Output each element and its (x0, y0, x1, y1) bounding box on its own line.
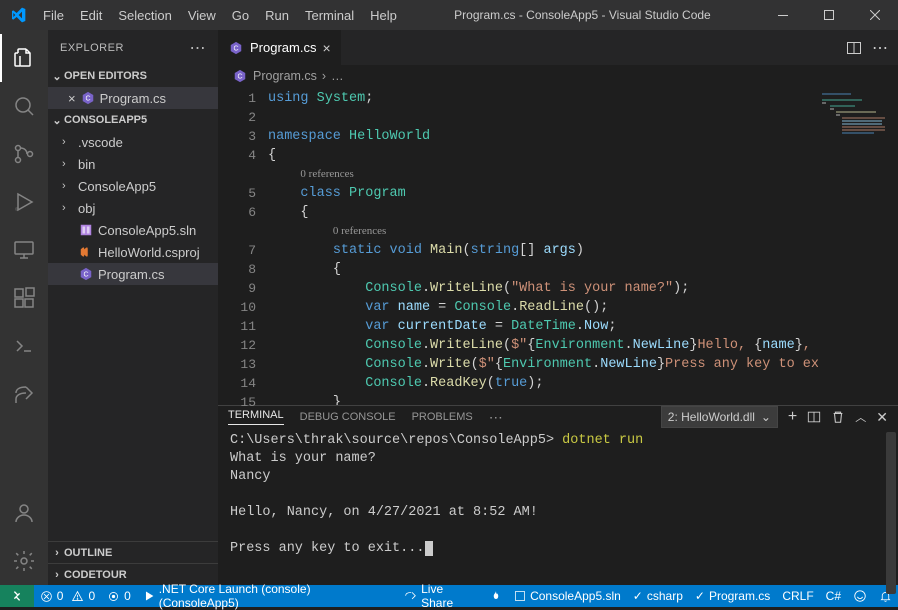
close-editor-icon[interactable]: × (68, 91, 76, 106)
csharp-file-icon: C (228, 40, 244, 56)
split-editor-icon[interactable] (846, 40, 862, 56)
menu-view[interactable]: View (180, 0, 224, 30)
editor-more-icon[interactable]: ⋯ (872, 38, 888, 58)
explorer-icon[interactable] (0, 34, 48, 82)
svg-text:C: C (83, 272, 88, 279)
remote-explorer-icon[interactable] (0, 226, 48, 274)
tree-item[interactable]: ›.vscode (48, 131, 218, 153)
menu-bar: File Edit Selection View Go Run Terminal… (35, 0, 405, 30)
kill-terminal-icon[interactable] (831, 410, 845, 424)
minimize-button[interactable] (760, 0, 806, 30)
terminal-prompt: C:\Users\thrak\source\repos\ConsoleApp5> (230, 433, 554, 448)
tab-bar: C Program.cs × ⋯ (218, 30, 898, 65)
outline-label: OUTLINE (64, 547, 112, 559)
tree-item[interactable]: HelloWorld.csproj (48, 241, 218, 263)
line-gutter: 1234 56 789101112131415 (218, 87, 268, 405)
breadcrumb-more: … (331, 69, 344, 83)
remote-indicator[interactable] (0, 585, 34, 607)
menu-help[interactable]: Help (362, 0, 405, 30)
open-editor-item[interactable]: × C Program.cs (48, 87, 218, 109)
project-section[interactable]: ⌄CONSOLEAPP5 (48, 109, 218, 131)
tree-item[interactable]: ›bin (48, 153, 218, 175)
terminal-panel-icon[interactable] (0, 322, 48, 370)
terminal-line: Nancy (230, 469, 271, 484)
new-terminal-icon[interactable]: + (788, 408, 797, 426)
split-terminal-icon[interactable] (807, 410, 821, 424)
minimap[interactable] (818, 87, 898, 405)
menu-selection[interactable]: Selection (110, 0, 179, 30)
breadcrumbs[interactable]: C Program.cs › … (218, 65, 898, 87)
menu-terminal[interactable]: Terminal (297, 0, 362, 30)
open-editor-label: Program.cs (100, 91, 166, 106)
menu-edit[interactable]: Edit (72, 0, 110, 30)
liveshare-icon[interactable] (0, 370, 48, 418)
panel-tab-problems[interactable]: PROBLEMS (412, 411, 473, 423)
csharp-file-icon: C (232, 68, 248, 84)
terminal-scrollbar[interactable] (886, 432, 896, 594)
csharp-file-icon: C (80, 90, 96, 106)
run-debug-icon[interactable] (0, 178, 48, 226)
window-title: Program.cs - ConsoleApp5 - Visual Studio… (405, 8, 760, 22)
tree-item[interactable]: ›obj (48, 197, 218, 219)
sidebar: EXPLORER ⋯ ⌄OPEN EDITORS × C Program.cs … (48, 30, 218, 585)
open-editors-section[interactable]: ⌄OPEN EDITORS (48, 65, 218, 87)
panel-tabs: TERMINAL DEBUG CONSOLE PROBLEMS ⋯ 2: Hel… (218, 406, 898, 428)
codetour-label: CODETOUR (64, 569, 127, 581)
maximize-button[interactable] (806, 0, 852, 30)
terminal-command: dotnet run (562, 433, 643, 448)
terminal-line: What is your name? (230, 451, 376, 466)
status-errors[interactable]: 00 (34, 585, 101, 607)
terminal[interactable]: C:\Users\thrak\source\repos\ConsoleApp5>… (218, 428, 898, 598)
editor-body[interactable]: 1234 56 789101112131415 using System; na… (218, 87, 898, 405)
terminal-select-label: 2: HelloWorld.dll (668, 410, 755, 424)
title-bar: File Edit Selection View Go Run Terminal… (0, 0, 898, 30)
project-label: CONSOLEAPP5 (64, 114, 147, 126)
editor-tab[interactable]: C Program.cs × (218, 30, 342, 65)
terminal-select[interactable]: 2: HelloWorld.dll (661, 406, 778, 428)
panel-more-icon[interactable]: ⋯ (489, 409, 503, 426)
activity-bar (0, 30, 48, 585)
panel-maximize-icon[interactable]: ︿ (855, 409, 866, 425)
terminal-line: Press any key to exit... (230, 541, 424, 556)
svg-text:C: C (237, 74, 242, 81)
extensions-icon[interactable] (0, 274, 48, 322)
accounts-icon[interactable] (0, 489, 48, 537)
close-button[interactable] (852, 0, 898, 30)
tree-item[interactable]: ›ConsoleApp5 (48, 175, 218, 197)
menu-go[interactable]: Go (224, 0, 257, 30)
open-editors-label: OPEN EDITORS (64, 70, 147, 82)
vscode-logo-icon (0, 7, 35, 23)
sidebar-more-icon[interactable]: ⋯ (190, 38, 207, 58)
source-control-icon[interactable] (0, 130, 48, 178)
menu-file[interactable]: File (35, 0, 72, 30)
tree-item[interactable]: ConsoleApp5.sln (48, 219, 218, 241)
svg-text:C: C (233, 45, 238, 52)
code-content[interactable]: using System; namespace HelloWorld { 0 r… (268, 87, 818, 405)
panel-tab-debug[interactable]: DEBUG CONSOLE (300, 411, 396, 423)
terminal-line: Hello, Nancy, on 4/27/2021 at 8:52 AM! (230, 505, 538, 520)
breadcrumb-file: Program.cs (253, 69, 317, 83)
editor-area: C Program.cs × ⋯ C Program.cs › … 1234 5… (218, 30, 898, 585)
terminal-cursor (425, 541, 433, 556)
menu-run[interactable]: Run (257, 0, 297, 30)
panel: TERMINAL DEBUG CONSOLE PROBLEMS ⋯ 2: Hel… (218, 405, 898, 585)
tab-close-icon[interactable]: × (322, 40, 330, 56)
window-controls (760, 0, 898, 30)
search-icon[interactable] (0, 82, 48, 130)
status-ports[interactable]: 0 (101, 585, 137, 607)
panel-close-icon[interactable]: ✕ (876, 409, 888, 426)
sidebar-title: EXPLORER ⋯ (48, 30, 218, 65)
settings-gear-icon[interactable] (0, 537, 48, 585)
breadcrumb-separator: › (322, 69, 326, 83)
tab-label: Program.cs (250, 40, 316, 55)
outline-section[interactable]: ›OUTLINE (48, 541, 218, 563)
sidebar-title-text: EXPLORER (60, 42, 124, 54)
svg-text:C: C (85, 96, 90, 103)
tree-item[interactable]: CProgram.cs (48, 263, 218, 285)
